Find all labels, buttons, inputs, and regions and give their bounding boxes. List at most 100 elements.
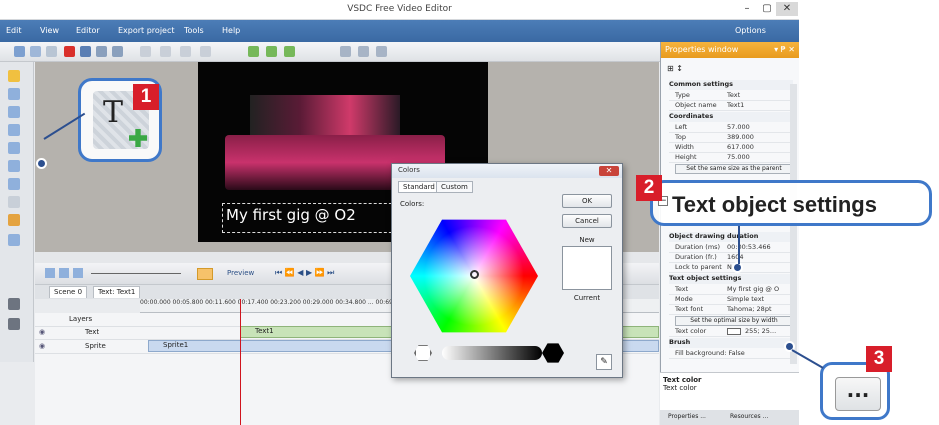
- menu-export-project[interactable]: Export project: [118, 26, 175, 35]
- prop-value[interactable]: 75.000: [727, 153, 750, 161]
- eyedropper-icon[interactable]: ✎: [596, 354, 612, 370]
- prop-row-font[interactable]: Text font Tahoma; 28pt: [669, 305, 793, 315]
- prop-value[interactable]: Simple text: [727, 295, 764, 303]
- line-tool-icon[interactable]: [8, 124, 20, 136]
- prop-value[interactable]: 255; 25...: [745, 327, 776, 335]
- prop-row-fill-background[interactable]: Fill background: False: [669, 349, 793, 359]
- optimal-size-button[interactable]: Set the optimal size by width: [675, 316, 793, 326]
- menu-edit[interactable]: Edit: [6, 26, 22, 35]
- tab-properties[interactable]: Properties ...: [668, 413, 706, 420]
- tab-custom[interactable]: Custom: [436, 181, 473, 193]
- menu-tools[interactable]: Tools: [184, 26, 204, 35]
- cancel-button[interactable]: Cancel: [562, 214, 612, 228]
- open-icon[interactable]: [30, 46, 41, 57]
- white-hex-icon[interactable]: [414, 345, 432, 361]
- prop-row-duration-frames[interactable]: Duration (fr.) 1604: [669, 253, 793, 263]
- section-coordinates[interactable]: Coordinates: [669, 112, 793, 122]
- grayscale-picker[interactable]: [442, 346, 542, 360]
- prop-row-height[interactable]: Height 75.000: [669, 153, 793, 163]
- prop-row-duration-ms[interactable]: Duration (ms) 00:00:53.466: [669, 243, 793, 253]
- text-tool-icon[interactable]: [8, 160, 20, 172]
- tab-resources[interactable]: Resources ...: [730, 413, 768, 420]
- pointer-tool-icon[interactable]: [8, 70, 20, 82]
- distribute-icon[interactable]: [200, 46, 211, 57]
- sort-icon[interactable]: ⊞ ↕: [667, 64, 683, 73]
- prop-row-left[interactable]: Left 57.000: [669, 123, 793, 133]
- cut-icon[interactable]: [46, 46, 57, 57]
- menu-view[interactable]: View: [40, 26, 59, 35]
- maximize-button[interactable]: ▢: [756, 2, 778, 16]
- section-object-drawing-duration[interactable]: Object drawing duration: [669, 232, 793, 242]
- transport-controls-icon[interactable]: ⏮ ⏪ ◀ ▶ ⏩ ⏭: [275, 268, 334, 278]
- tab-scene-0[interactable]: Scene 0: [49, 286, 88, 298]
- black-hex-icon[interactable]: [542, 343, 564, 363]
- zoom-in-icon[interactable]: [45, 268, 55, 278]
- ellipse-tool-icon[interactable]: [8, 142, 20, 154]
- align-right-icon[interactable]: [180, 46, 191, 57]
- section-common-settings[interactable]: Common settings: [669, 80, 793, 90]
- align-icon[interactable]: [140, 46, 151, 57]
- zoom-slider[interactable]: [91, 273, 181, 274]
- playhead[interactable]: [240, 299, 241, 425]
- ok-button[interactable]: OK: [562, 194, 612, 208]
- prop-row-text-color[interactable]: Text color 255; 25...: [669, 327, 793, 337]
- callout-badge-3: 3: [866, 346, 892, 372]
- minimize-button[interactable]: –: [736, 2, 758, 16]
- tab-text-text1[interactable]: Text: Text1: [93, 286, 141, 298]
- prop-row-width[interactable]: Width 617.000: [669, 143, 793, 153]
- section-brush[interactable]: Brush: [669, 338, 793, 348]
- effects-tool-icon[interactable]: [8, 318, 20, 330]
- cursor-mode-icon[interactable]: [197, 268, 213, 280]
- image-tool-icon[interactable]: [8, 178, 20, 190]
- pin-close-icon[interactable]: ▾ ₱ ✕: [774, 45, 795, 54]
- canvas-overlay-text[interactable]: My first gig @ O2: [226, 206, 356, 224]
- prop-value[interactable]: Text1: [727, 101, 744, 109]
- prop-row-text[interactable]: Text My first gig @ O: [669, 285, 793, 295]
- prop-value[interactable]: My first gig @ O: [727, 285, 779, 293]
- prop-value[interactable]: 00:00:53.466: [727, 243, 771, 251]
- layout-icon[interactable]: [376, 46, 387, 57]
- delete-icon[interactable]: [64, 46, 75, 57]
- prop-row-object-name[interactable]: Object name Text1: [669, 101, 793, 111]
- colors-close-button[interactable]: ✕: [599, 166, 619, 176]
- prop-value[interactable]: 617.000: [727, 143, 754, 151]
- align-center-icon[interactable]: [160, 46, 171, 57]
- prop-value[interactable]: 389.000: [727, 133, 754, 141]
- close-button[interactable]: ✕: [776, 2, 798, 16]
- prop-row-top[interactable]: Top 389.000: [669, 133, 793, 143]
- preview-button[interactable]: Preview: [227, 269, 254, 277]
- shape-tool-icon[interactable]: [8, 88, 20, 100]
- redo-icon[interactable]: [112, 46, 123, 57]
- arrow-green-3-icon[interactable]: [284, 46, 295, 57]
- menu-help[interactable]: Help: [222, 26, 240, 35]
- sprite-tool-icon[interactable]: [8, 214, 20, 226]
- prop-row-mode[interactable]: Mode Simple text: [669, 295, 793, 305]
- section-text-object-settings[interactable]: Text object settings: [669, 274, 793, 284]
- text-color-swatch[interactable]: [727, 328, 741, 335]
- prop-value[interactable]: 1604: [727, 253, 744, 261]
- video-tool-icon[interactable]: [8, 196, 20, 208]
- audio-tool-icon[interactable]: [8, 298, 20, 310]
- prop-row-lock[interactable]: Lock to parentNo: [669, 263, 793, 273]
- options-menu[interactable]: Options: [735, 26, 766, 35]
- same-size-button[interactable]: Set the same size as the parent: [675, 164, 793, 174]
- zoom-fit-icon[interactable]: [73, 268, 83, 278]
- arrow-green-icon[interactable]: [248, 46, 259, 57]
- tab-standard[interactable]: Standard: [398, 181, 440, 193]
- arrow-green-2-icon[interactable]: [266, 46, 277, 57]
- grid-icon[interactable]: [340, 46, 351, 57]
- prop-value[interactable]: 57.000: [727, 123, 750, 131]
- chart-tool-icon[interactable]: [8, 234, 20, 246]
- eye-icon[interactable]: ◉: [39, 328, 45, 336]
- snap-icon[interactable]: [358, 46, 369, 57]
- prop-value[interactable]: Fill background: False: [675, 349, 745, 357]
- callout-badge-1: 1: [133, 84, 159, 110]
- zoom-out-icon[interactable]: [59, 268, 69, 278]
- undo-icon[interactable]: [96, 46, 107, 57]
- rect-tool-icon[interactable]: [8, 106, 20, 118]
- save-icon[interactable]: [80, 46, 91, 57]
- prop-value[interactable]: Tahoma; 28pt: [727, 305, 772, 313]
- new-icon[interactable]: [14, 46, 25, 57]
- menu-editor[interactable]: Editor: [76, 26, 100, 35]
- eye-icon[interactable]: ◉: [39, 342, 45, 350]
